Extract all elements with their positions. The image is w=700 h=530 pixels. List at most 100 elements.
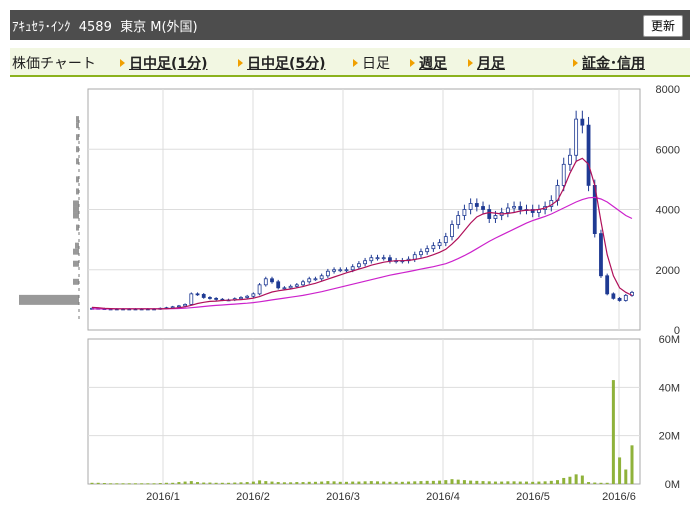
volume-bar — [171, 482, 175, 484]
volume-bar — [289, 482, 293, 484]
volume-bar — [481, 481, 485, 484]
volume-bar — [450, 479, 454, 484]
volume-bar — [605, 482, 609, 484]
volume-profile-bar — [75, 242, 79, 249]
candle — [574, 118, 579, 156]
volume-bar — [394, 481, 398, 484]
volume-bar — [587, 482, 591, 484]
candle — [611, 293, 616, 299]
volume-bar — [438, 480, 442, 484]
volume-bar — [133, 483, 137, 485]
candle — [189, 293, 194, 305]
volume-bar — [239, 482, 243, 484]
volume-profile-bar — [73, 200, 79, 207]
price-tick-label: 8000 — [656, 84, 680, 96]
volume-bar — [320, 481, 324, 484]
volume-bar — [456, 479, 460, 484]
volume-bar — [164, 482, 168, 484]
x-tick-label: 2016/2 — [236, 491, 270, 503]
candle — [468, 203, 473, 210]
x-tick-label: 2016/6 — [602, 491, 636, 503]
volume-bar — [282, 482, 286, 484]
candle — [481, 206, 485, 210]
volume-bar — [444, 480, 448, 484]
candle — [369, 257, 374, 262]
volume-bar — [618, 457, 622, 484]
volume-bar — [115, 483, 119, 485]
candle — [201, 294, 206, 298]
volume-bar — [562, 477, 566, 484]
volume-bar — [301, 482, 305, 484]
volume-bar — [400, 481, 404, 484]
volume-bar — [543, 481, 547, 484]
candle — [419, 251, 423, 256]
volume-bar — [109, 483, 113, 485]
volume-bar — [475, 480, 479, 484]
price-tick-label: 6000 — [656, 144, 680, 156]
volume-bar — [413, 481, 417, 484]
volume-bar — [332, 481, 336, 484]
candle — [599, 233, 603, 277]
candle — [270, 278, 274, 283]
volume-bar — [313, 481, 317, 484]
volume-profile-bar — [73, 206, 79, 213]
candle — [586, 124, 591, 186]
volume-bar — [357, 481, 361, 484]
candle — [443, 236, 448, 244]
candle — [462, 209, 467, 216]
volume-bar — [624, 469, 628, 484]
volume-bar — [363, 481, 367, 484]
candle — [257, 284, 262, 295]
volume-bar — [233, 482, 237, 484]
volume-bar — [407, 481, 411, 484]
volume-bar — [556, 480, 560, 484]
volume-bar — [524, 481, 528, 484]
candle — [301, 281, 305, 286]
candle — [338, 269, 343, 272]
volume-bar — [376, 481, 380, 484]
volume-bar — [96, 482, 100, 484]
volume-bar — [487, 481, 491, 484]
price-tick-label: 2000 — [656, 265, 680, 277]
candle — [288, 285, 293, 289]
volume-bar — [245, 482, 249, 484]
x-tick-label: 2016/4 — [426, 491, 460, 503]
candle — [623, 294, 628, 301]
volume-bar — [580, 475, 584, 484]
volume-bar — [202, 482, 206, 484]
candle — [474, 203, 479, 207]
volume-tick-label: 0M — [665, 479, 680, 491]
candle — [245, 295, 250, 298]
candle — [493, 215, 498, 219]
candle — [176, 305, 181, 308]
candle — [505, 207, 510, 213]
volume-bar — [258, 480, 262, 484]
volume-profile-bar — [73, 248, 79, 255]
candle — [412, 254, 417, 260]
candle — [363, 260, 368, 265]
volume-bar — [158, 483, 162, 485]
volume-bar — [593, 482, 597, 484]
volume-bar — [512, 481, 516, 484]
x-tick-label: 2016/5 — [516, 491, 550, 503]
volume-bar — [382, 481, 386, 484]
volume-bar — [518, 481, 522, 484]
candle — [313, 278, 318, 281]
volume-bar — [189, 481, 193, 484]
volume-tick-label: 40M — [659, 382, 680, 394]
volume-bar — [462, 480, 466, 484]
candle — [456, 215, 461, 225]
volume-bar — [140, 483, 144, 485]
volume-bar — [568, 476, 572, 484]
volume-bar — [220, 482, 224, 484]
volume-bar — [152, 483, 156, 485]
candle — [276, 281, 281, 289]
x-tick-label: 2016/1 — [146, 491, 180, 503]
candle — [512, 206, 516, 209]
volume-bar — [431, 480, 435, 484]
volume-bar — [90, 482, 94, 484]
candle — [375, 257, 380, 260]
volume-bar — [177, 482, 181, 484]
volume-bar — [208, 482, 212, 484]
volume-bar — [351, 481, 355, 484]
